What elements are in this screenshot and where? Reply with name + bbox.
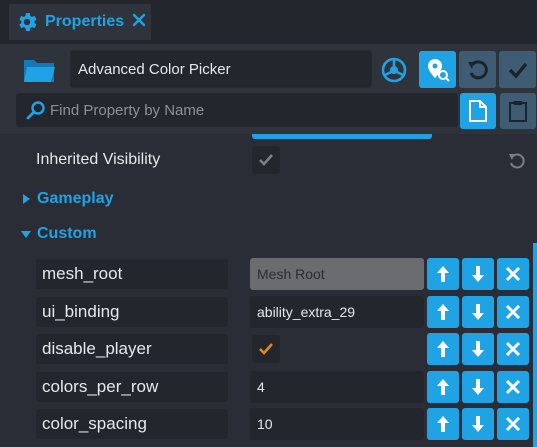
arrow-up-icon <box>437 379 449 395</box>
close-icon <box>505 304 521 320</box>
delete-button[interactable] <box>497 333 529 365</box>
prop-value-checkbox[interactable] <box>252 335 280 363</box>
delete-button[interactable] <box>497 408 529 440</box>
custom-prop-row: disable_player <box>0 332 537 366</box>
section-gameplay[interactable]: Gameplay <box>0 184 537 214</box>
paste-button[interactable] <box>500 93 536 129</box>
chevron-down-icon <box>21 231 31 238</box>
property-search <box>16 93 458 127</box>
map-pin-icon <box>427 58 450 82</box>
inherited-visibility-label: Inherited Visibility <box>36 151 161 168</box>
arrow-down-icon <box>472 379 484 395</box>
close-icon <box>505 341 521 357</box>
prop-name: mesh_root <box>36 259 228 289</box>
object-name-input[interactable] <box>70 50 372 88</box>
chevron-right-icon <box>23 194 30 204</box>
move-down-button[interactable] <box>462 333 494 365</box>
clipboard-icon <box>509 101 527 122</box>
arrow-up-icon <box>437 266 449 282</box>
close-icon[interactable] <box>131 12 147 28</box>
inherited-visibility-row: Inherited Visibility <box>0 142 537 178</box>
copy-button[interactable] <box>460 93 496 129</box>
prop-value-number[interactable]: 10 <box>250 408 424 440</box>
delete-button[interactable] <box>497 258 529 290</box>
move-down-button[interactable] <box>462 371 494 403</box>
prop-name: ui_binding <box>36 297 228 327</box>
move-down-button[interactable] <box>462 408 494 440</box>
tab-title: Properties <box>45 13 125 30</box>
reset-icon[interactable] <box>508 152 526 170</box>
locate-object-button[interactable] <box>419 51 456 88</box>
move-up-button[interactable] <box>427 296 459 328</box>
arrow-up-icon <box>437 416 449 432</box>
prop-name: color_spacing <box>36 409 228 439</box>
move-down-button[interactable] <box>462 296 494 328</box>
gear-icon <box>19 13 37 31</box>
section-custom[interactable]: Custom <box>0 219 537 249</box>
check-icon <box>259 154 273 166</box>
document-icon <box>469 100 487 122</box>
check-icon <box>508 62 527 79</box>
scrollbar[interactable] <box>533 243 537 447</box>
move-down-button[interactable] <box>462 258 494 290</box>
move-up-button[interactable] <box>427 258 459 290</box>
inherited-visibility-checkbox[interactable] <box>252 146 280 174</box>
search-input[interactable] <box>50 93 454 127</box>
arrow-up-icon <box>437 304 449 320</box>
arrow-up-icon <box>437 341 449 357</box>
undo-icon <box>467 59 488 79</box>
prop-name: disable_player <box>36 334 228 364</box>
move-up-button[interactable] <box>427 333 459 365</box>
prop-name: colors_per_row <box>36 372 228 402</box>
move-up-button[interactable] <box>427 371 459 403</box>
prop-value-reference[interactable]: Mesh Root <box>250 258 424 290</box>
properties-toolbar <box>0 44 537 134</box>
custom-prop-row: ui_binding ability_extra_29 <box>0 295 537 329</box>
close-icon <box>505 416 521 432</box>
smart-object-icon[interactable] <box>379 55 409 85</box>
apply-button[interactable] <box>499 51 536 88</box>
arrow-down-icon <box>472 304 484 320</box>
close-icon <box>505 379 521 395</box>
folder-icon[interactable] <box>22 56 56 84</box>
delete-button[interactable] <box>497 296 529 328</box>
revert-button[interactable] <box>459 51 496 88</box>
move-up-button[interactable] <box>427 408 459 440</box>
section-custom-label: Custom <box>37 225 97 242</box>
custom-prop-row: colors_per_row 4 <box>0 370 537 404</box>
arrow-down-icon <box>472 266 484 282</box>
scrolled-field-edge <box>252 134 432 139</box>
arrow-down-icon <box>472 341 484 357</box>
tab-properties[interactable]: Properties <box>9 4 151 40</box>
close-icon <box>505 266 521 282</box>
arrow-down-icon <box>472 416 484 432</box>
tab-bar: Properties <box>0 0 537 44</box>
delete-button[interactable] <box>497 371 529 403</box>
section-gameplay-label: Gameplay <box>37 190 114 207</box>
prop-value-number[interactable]: 4 <box>250 371 424 403</box>
search-icon <box>26 101 45 120</box>
prop-value-text[interactable]: ability_extra_29 <box>250 296 424 328</box>
custom-prop-row: color_spacing 10 <box>0 407 537 441</box>
check-icon <box>259 343 273 355</box>
custom-prop-row: mesh_root Mesh Root <box>0 257 537 291</box>
